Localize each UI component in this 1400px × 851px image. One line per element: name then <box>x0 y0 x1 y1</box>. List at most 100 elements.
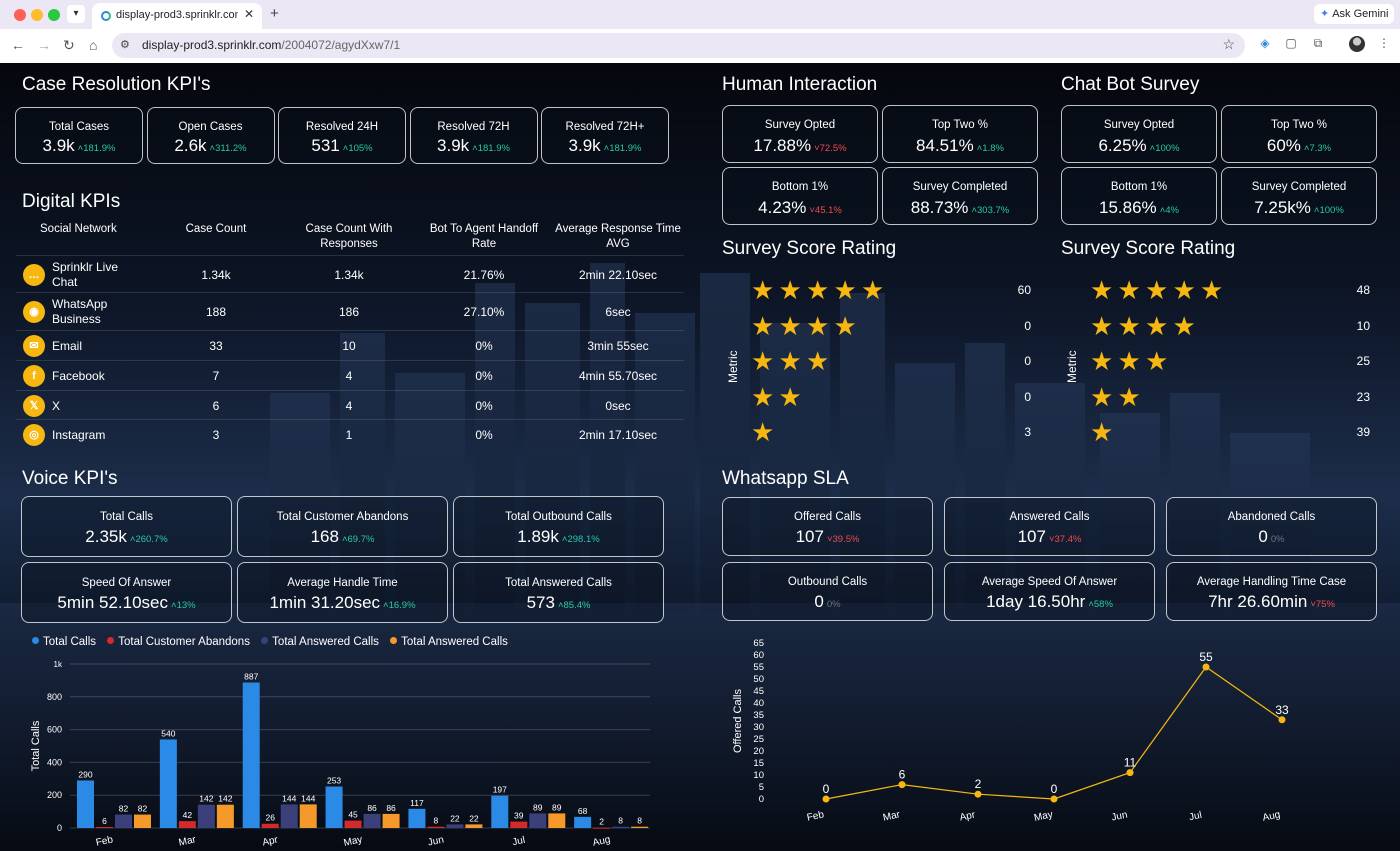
kpi-card[interactable]: Speed Of Answer 5min 52.10sec ˄13% <box>21 562 232 623</box>
kpi-card[interactable]: Total Answered Calls 573 ˄85.4% <box>453 562 664 623</box>
kpi-card[interactable]: Open Cases 2.6k ˄311.2% <box>146 107 275 164</box>
bar <box>529 813 547 828</box>
x-tick-label: Jun <box>1110 809 1128 823</box>
kpi-card[interactable]: Abandoned Calls 0 0% <box>1166 497 1377 556</box>
reload-icon[interactable]: ↻ <box>63 37 75 54</box>
star-icon: ★ <box>861 275 885 305</box>
legend-item[interactable]: Total Answered Calls <box>261 636 379 648</box>
kpi-value-row: 531 ˄105% <box>279 136 405 156</box>
kpi-card[interactable]: Average Handle Time 1min 31.20sec ˄16.9% <box>237 562 448 623</box>
kpi-value-row: 107 ˅37.4% <box>945 527 1154 547</box>
kpi-card[interactable]: Total Cases 3.9k ˄181.9% <box>15 107 143 164</box>
rating-row: ★ ★ ★ ★ 10 <box>1090 312 1380 342</box>
legend-item[interactable]: Total Calls <box>32 636 96 648</box>
kpi-value-row: 6.25% ˄100% <box>1062 136 1216 156</box>
y-tick-label: 30 <box>753 722 764 733</box>
kpi-card[interactable]: Total Customer Abandons 168 ˄69.7% <box>237 496 448 557</box>
url-text[interactable]: display-prod3.sprinklr.com/2004072/agydX… <box>142 38 400 52</box>
kpi-card[interactable]: Answered Calls 107 ˅37.4% <box>944 497 1155 556</box>
kpi-change-value: 4% <box>1165 205 1179 216</box>
table-row[interactable]: f Facebook 7 4 0% 4min 55.70sec <box>16 360 684 390</box>
legend-item[interactable]: Total Answered Calls <box>390 636 508 648</box>
kpi-card[interactable]: Survey Completed 7.25k% ˄100% <box>1221 167 1377 225</box>
kpi-value-row: 3.9k ˄181.9% <box>411 136 537 156</box>
table-row[interactable]: ✉ Email 33 10 0% 3min 55sec <box>16 330 684 360</box>
kpi-value-row: 1.89k ˄298.1% <box>454 527 663 547</box>
kpi-value: 4.23% <box>758 198 807 217</box>
kpi-card[interactable]: Survey Opted 6.25% ˄100% <box>1061 105 1217 163</box>
close-window-button[interactable] <box>14 9 26 21</box>
point-value-label: 0 <box>823 782 830 796</box>
kpi-label: Answered Calls <box>1009 511 1090 523</box>
series-line <box>825 666 1283 800</box>
kpi-change-value: 58% <box>1093 599 1113 610</box>
kpi-value-row: 1day 16.50hr ˄58% <box>945 592 1154 612</box>
bar-value-label: 39 <box>514 811 524 821</box>
bar-value-label: 8 <box>637 816 642 826</box>
kpi-card[interactable]: Total Outbound Calls 1.89k ˄298.1% <box>453 496 664 557</box>
table-row[interactable]: 𝕏 X 6 4 0% 0sec <box>16 390 684 419</box>
tab-search-chevron-icon[interactable]: ▾ <box>67 5 85 23</box>
kpi-value-row: 3.9k ˄181.9% <box>542 136 668 156</box>
rating-count: 0 <box>1024 354 1031 368</box>
table-row[interactable]: … Sprinklr Live Chat 1.34k 1.34k 21.76% 2min … <box>16 255 684 293</box>
kpi-card[interactable]: Total Calls 2.35k ˄260.7% <box>21 496 232 557</box>
kpi-card[interactable]: Average Speed Of Answer 1day 16.50hr ˄58% <box>944 562 1155 621</box>
kpi-change: ˄311.2% <box>210 143 247 154</box>
table-row[interactable]: ◉ WhatsApp Business 188 186 27.10% 6sec <box>16 292 684 330</box>
bookmark-star-icon[interactable]: ☆ <box>1222 36 1235 53</box>
kpi-card[interactable]: Average Handling Time Case 7hr 26.60min ˅7… <box>1166 562 1377 621</box>
home-icon[interactable]: ⌂ <box>89 37 97 53</box>
site-info-icon[interactable]: ⚙ <box>120 38 130 51</box>
bar <box>325 786 343 828</box>
kpi-value: 2.6k <box>174 136 207 155</box>
voice-kpis-title: Voice KPI's <box>22 468 118 489</box>
browser-tab[interactable]: display-prod3.sprinklr.com/2 ✕ <box>92 3 262 29</box>
minimize-window-button[interactable] <box>31 9 43 21</box>
kpi-change: ˅39.5% <box>827 534 860 545</box>
y-tick-label: 800 <box>47 692 62 702</box>
tab-close-icon[interactable]: ✕ <box>244 7 254 21</box>
kpi-card[interactable]: Survey Completed 88.73% ˄303.7% <box>882 167 1038 225</box>
star-icon: ★ <box>806 275 830 305</box>
kpi-label: Survey Completed <box>1251 181 1347 193</box>
table-row[interactable]: ◎ Instagram 3 1 0% 2min 17.10sec <box>16 419 684 448</box>
kpi-change-value: 37.4% <box>1054 534 1082 545</box>
kpi-label: Outbound Calls <box>787 576 868 588</box>
bar-value-label: 82 <box>138 804 148 814</box>
back-arrow-icon[interactable]: ← <box>11 37 25 53</box>
kpi-card[interactable]: Bottom 1% 15.86% ˄4% <box>1061 167 1217 225</box>
kpi-label: Open Cases <box>178 121 243 133</box>
kpi-card[interactable]: Bottom 1% 4.23% ˅45.1% <box>722 167 878 225</box>
kpi-card[interactable]: Resolved 72H 3.9k ˄181.9% <box>409 107 538 164</box>
kpi-card[interactable]: Resolved 72H+ 3.9k ˄181.9% <box>541 107 669 164</box>
kpi-card[interactable]: Outbound Calls 0 0% <box>722 562 933 621</box>
kpi-card[interactable]: Survey Opted 17.88% ˅72.5% <box>722 105 878 163</box>
kpi-change-value: 260.7% <box>135 534 168 545</box>
kpi-card[interactable]: Offered Calls 107 ˅39.5% <box>722 497 933 556</box>
profile-avatar[interactable] <box>1349 36 1365 52</box>
rating-count: 60 <box>1017 283 1031 297</box>
kpi-card[interactable]: Resolved 24H 531 ˄105% <box>278 107 406 164</box>
kpi-value-row: 573 ˄85.4% <box>454 593 663 613</box>
ask-gemini-button[interactable]: ✦ Ask Gemini <box>1314 4 1394 24</box>
tab-bar: ▾ display-prod3.sprinklr.com/2 ✕ + ✦Ask … <box>0 0 1400 29</box>
maximize-window-button[interactable] <box>48 9 60 21</box>
reading-list-icon[interactable]: ▢ <box>1284 36 1298 50</box>
survey-score-rating-title: Survey Score Rating <box>722 238 897 259</box>
legend-item[interactable]: Total Customer Abandons <box>107 636 250 648</box>
kpi-change: ˄100% <box>1150 143 1180 154</box>
extensions-puzzle-icon[interactable]: ⧉ <box>1311 36 1325 50</box>
y-tick-label: 45 <box>753 686 764 697</box>
social-network-name: X <box>52 398 61 413</box>
kpi-card[interactable]: Top Two % 84.51% ˄1.8% <box>882 105 1038 163</box>
more-menu-icon[interactable]: ⋮ <box>1377 36 1391 50</box>
forward-arrow-icon[interactable]: → <box>37 37 51 53</box>
cell-handoff: 0% <box>475 369 493 383</box>
address-bar[interactable]: ⚙ display-prod3.sprinklr.com/2004072/agy… <box>112 33 1245 58</box>
new-tab-button[interactable]: + <box>270 5 279 22</box>
kpi-card[interactable]: Top Two % 60% ˄7.3% <box>1221 105 1377 163</box>
extension-sync-icon[interactable]: ◈ <box>1258 36 1272 50</box>
kpi-value-row: 84.51% ˄1.8% <box>883 136 1037 156</box>
kpi-change-value: 75% <box>1315 599 1335 610</box>
